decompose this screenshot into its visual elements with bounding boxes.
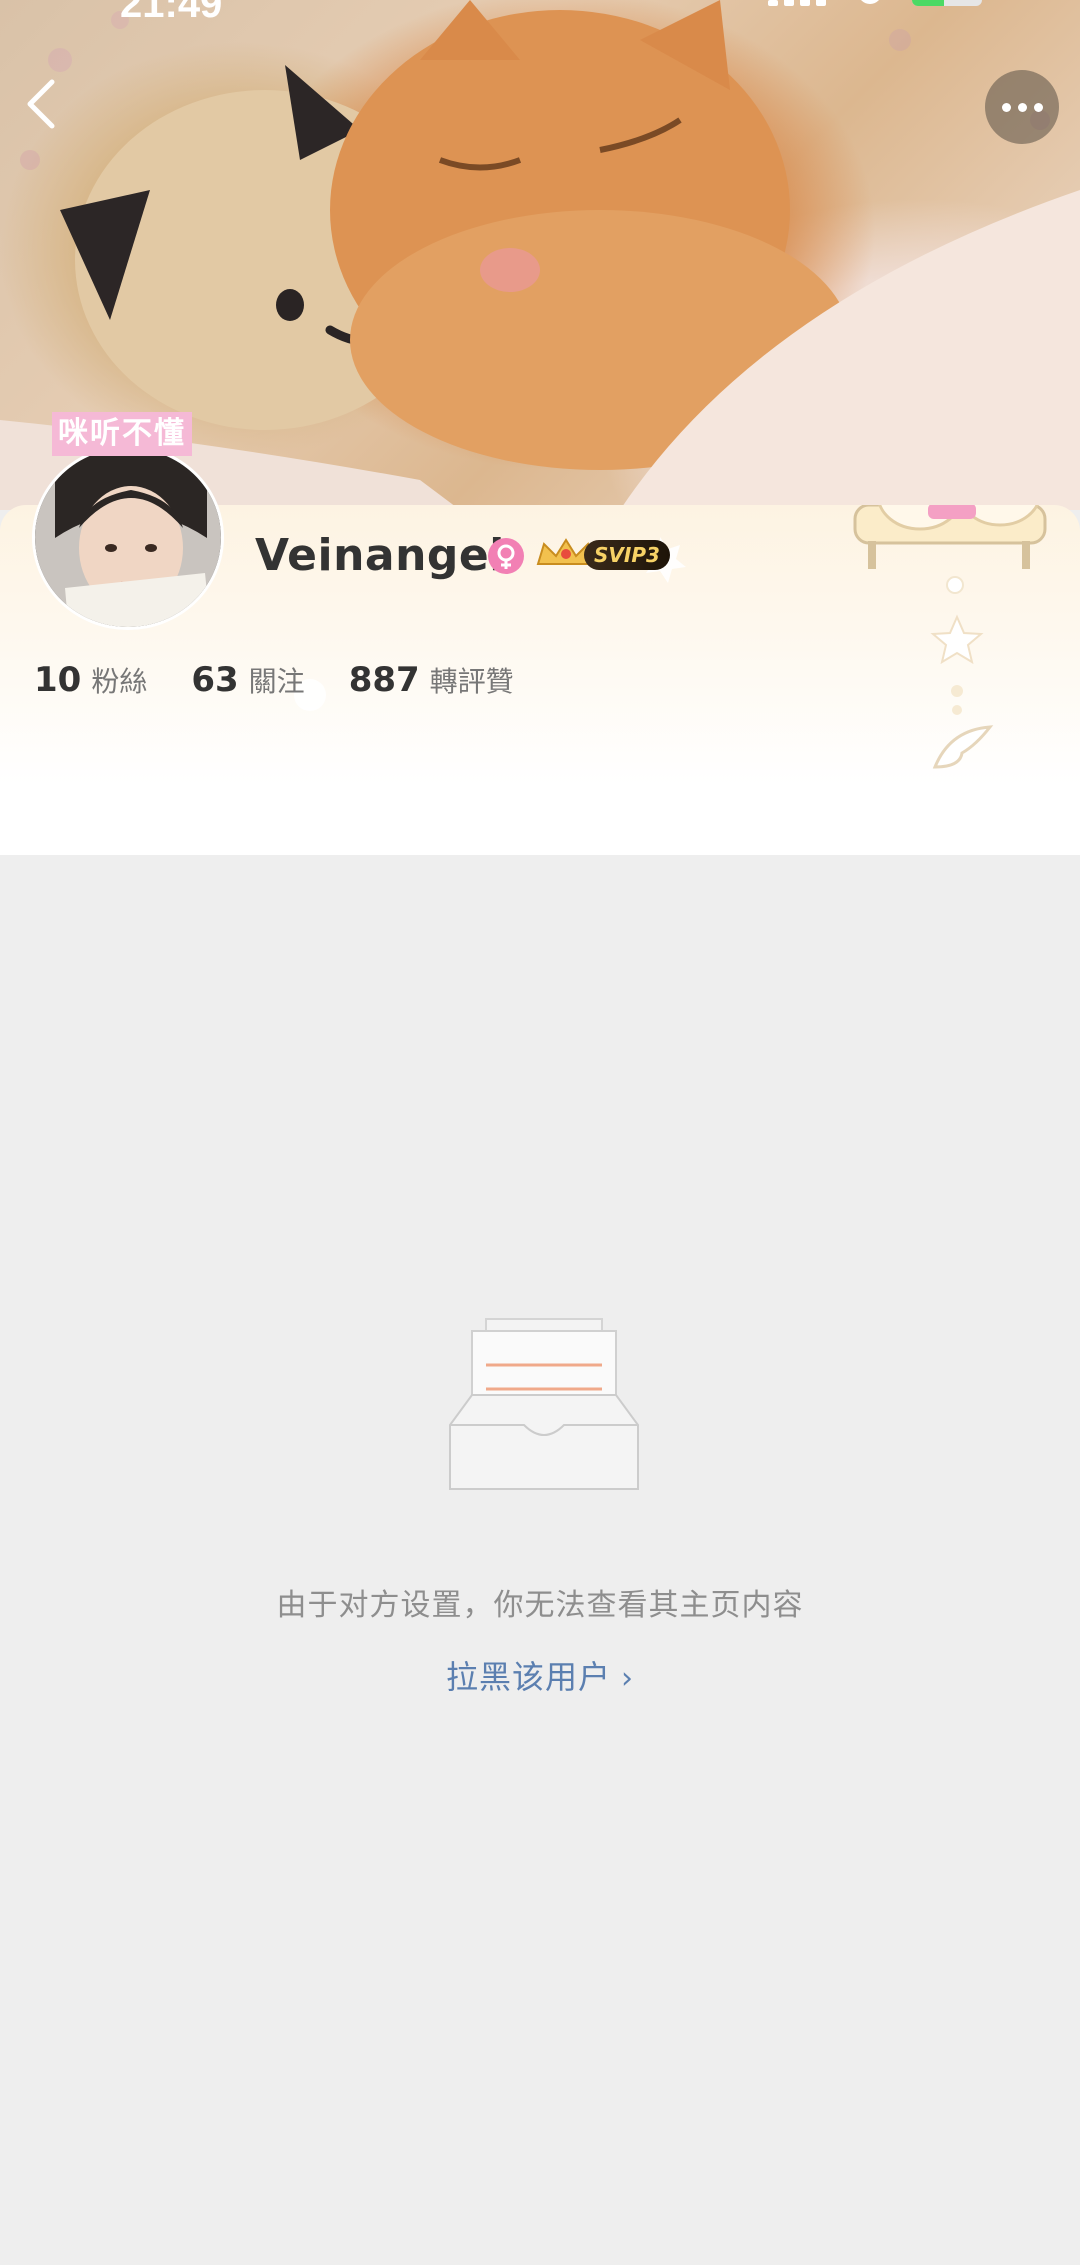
back-button[interactable] <box>22 76 74 136</box>
profile-page: 21:49 咪听不懂 Veinangel SVIP3 10 粉絲 63 關注 8… <box>0 0 1080 2265</box>
stat-value: 10 <box>34 660 82 700</box>
stat-value: 887 <box>348 660 420 700</box>
empty-state: 由于对方设置，你无法查看其主页内容 拉黑该用户 › <box>0 855 1080 2265</box>
stat-following[interactable]: 63 關注 <box>191 660 304 700</box>
stat-followers[interactable]: 10 粉絲 <box>34 660 147 700</box>
empty-message: 由于对方设置，你无法查看其主页内容 <box>276 1588 804 1623</box>
signal-icon <box>768 0 830 6</box>
battery-icon <box>912 0 982 6</box>
female-icon <box>488 538 524 574</box>
wifi-icon <box>858 0 882 4</box>
chevron-left-icon <box>27 79 55 129</box>
stat-label: 關注 <box>248 665 305 698</box>
block-user-label: 拉黑该用户 <box>445 1658 611 1696</box>
vip-badge[interactable]: SVIP3 <box>584 540 670 570</box>
block-user-link[interactable]: 拉黑该用户 › <box>0 1652 1080 1698</box>
status-bar: 21:49 <box>0 0 1080 26</box>
stat-label: 轉評贊 <box>429 665 514 698</box>
stat-interactions[interactable]: 887 轉評贊 <box>349 660 514 700</box>
status-time: 21:49 <box>120 0 223 26</box>
avatar-tag: 咪听不懂 <box>52 412 192 456</box>
avatar-photo <box>35 448 221 627</box>
more-button[interactable] <box>985 70 1059 144</box>
chevron-right-icon: › <box>621 1661 634 1696</box>
stat-label: 粉絲 <box>91 665 148 698</box>
stats-row: 10 粉絲 63 關注 887 轉評贊 <box>34 660 558 700</box>
ellipsis-icon <box>1001 102 1011 112</box>
empty-inbox-icon <box>449 1318 639 1490</box>
battery-level <box>912 0 945 6</box>
avatar[interactable] <box>32 445 227 630</box>
stat-value: 63 <box>191 660 239 700</box>
username: Veinangel <box>255 530 505 581</box>
